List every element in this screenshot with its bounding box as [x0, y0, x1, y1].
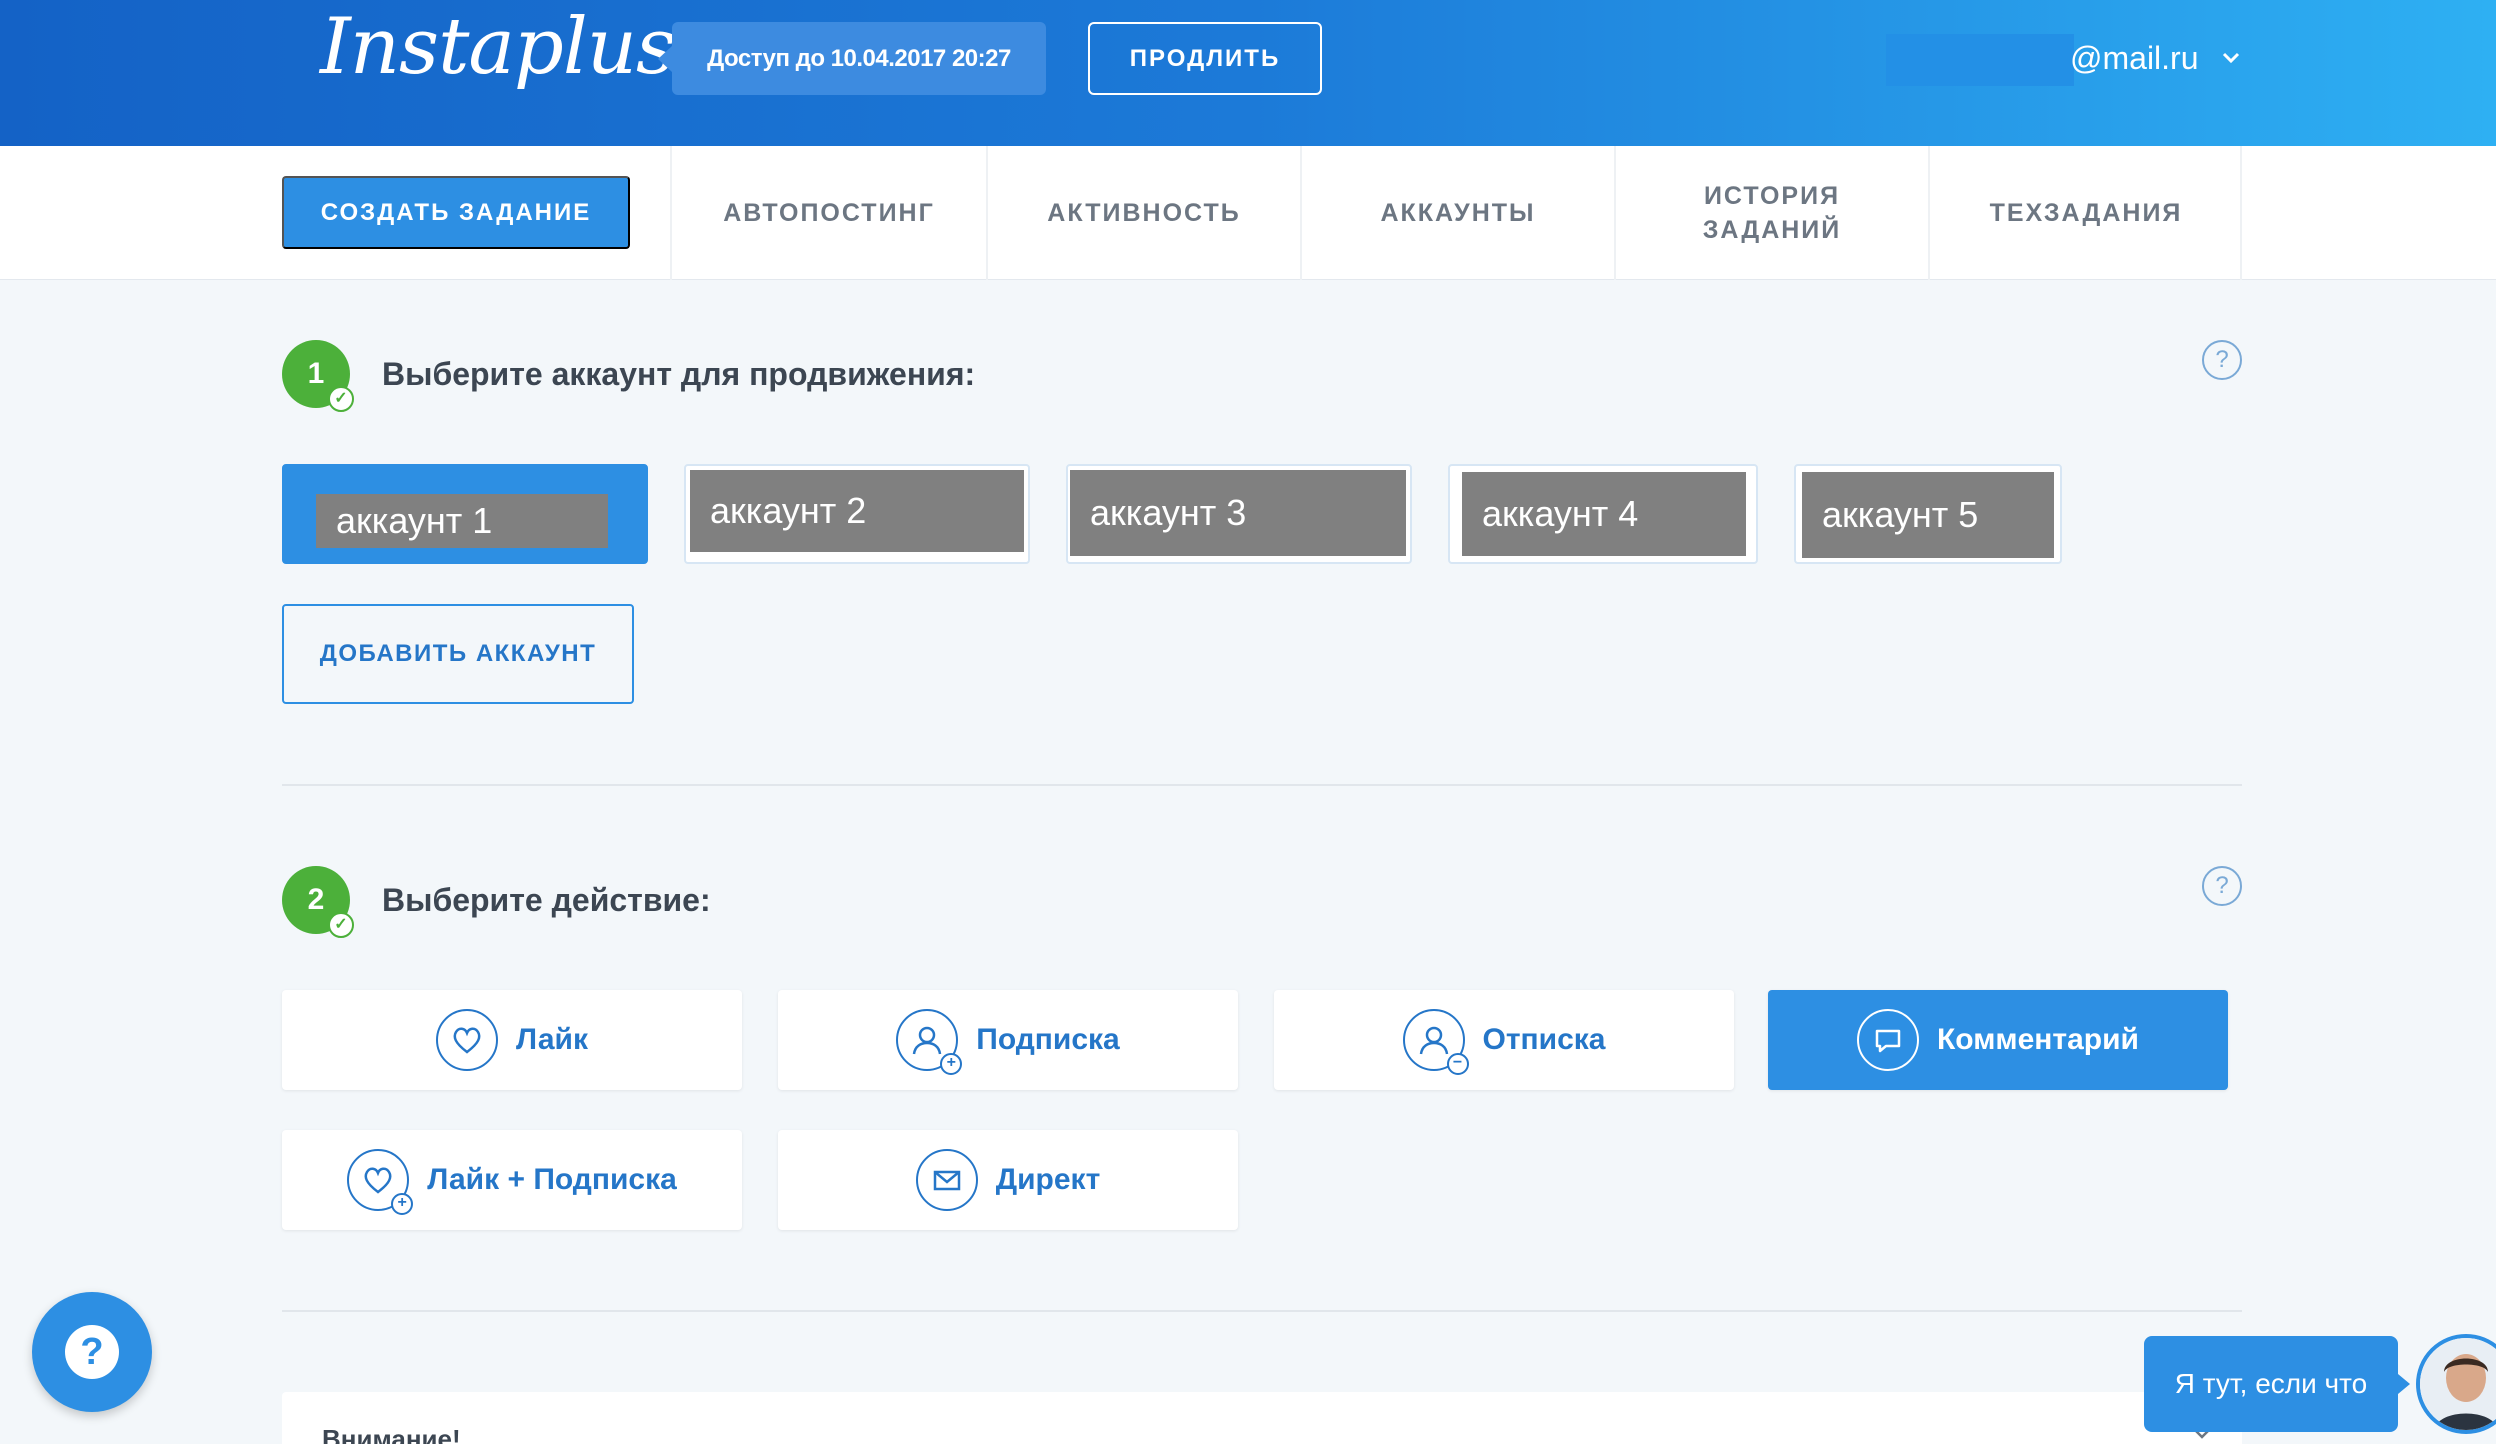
step-number: 2 — [307, 883, 325, 916]
account-card-3[interactable]: аккаунт 3 — [1066, 464, 1412, 564]
help-icon[interactable]: ? — [2202, 866, 2242, 906]
action-like[interactable]: Лайк — [282, 990, 742, 1090]
account-card-1[interactable]: аккаунт 1 — [282, 464, 648, 564]
action-comment[interactable]: Комментарий — [1768, 990, 2228, 1090]
nav-divider — [2240, 146, 2242, 280]
action-label: Лайк + Подписка — [427, 1163, 677, 1196]
check-icon: ✓ — [328, 912, 354, 938]
action-label: Отписка — [1482, 1023, 1606, 1056]
section-divider — [282, 1310, 2242, 1312]
action-unfollow[interactable]: − Отписка — [1274, 990, 1734, 1090]
chevron-down-icon[interactable] — [2222, 44, 2240, 70]
account-label: аккаунт 3 — [1070, 470, 1406, 556]
heart-icon — [436, 1009, 499, 1071]
avatar-photo-icon — [2420, 1338, 2496, 1430]
account-card-5[interactable]: аккаунт 5 — [1794, 464, 2062, 564]
user-email[interactable]: @mail.ru — [2070, 40, 2199, 77]
user-minus-icon: − — [1402, 1009, 1469, 1075]
tab-tech-tasks[interactable]: ТЕХЗАДАНИЯ — [1928, 146, 2242, 280]
app-logo[interactable]: Instaplus — [320, 2, 676, 92]
notice-panel[interactable]: Внимание! — [282, 1392, 2242, 1444]
account-label: аккаунт 1 — [316, 494, 608, 548]
step-2-title: Выберите действие: — [382, 882, 711, 918]
access-until-badge: Доступ до 10.04.2017 20:27 — [658, 22, 1046, 95]
account-label: аккаунт 5 — [1802, 472, 2054, 558]
question-icon: ? — [65, 1325, 119, 1379]
notice-title: Внимание! — [322, 1424, 461, 1444]
tab-task-history[interactable]: ИСТОРИЯ ЗАДАНИЙ — [1614, 146, 1928, 280]
heart-plus-icon: + — [347, 1149, 414, 1215]
action-label: Лайк — [516, 1023, 588, 1056]
account-label: аккаунт 2 — [690, 470, 1024, 552]
action-label: Подписка — [976, 1023, 1120, 1056]
renew-button[interactable]: ПРОДЛИТЬ — [1088, 22, 1322, 95]
chat-bubble[interactable]: Я тут, если что — [2144, 1336, 2410, 1432]
action-label: Директ — [995, 1163, 1101, 1196]
help-icon[interactable]: ? — [2202, 340, 2242, 380]
tab-autoposting[interactable]: АВТОПОСТИНГ — [670, 146, 986, 280]
top-header: Instaplus Доступ до 10.04.2017 20:27 ПРО… — [0, 0, 2496, 146]
step-1-title: Выберите аккаунт для продвижения: — [382, 356, 976, 392]
create-task-button[interactable]: СОЗДАТЬ ЗАДАНИЕ — [282, 176, 630, 249]
action-follow[interactable]: + Подписка — [778, 990, 1238, 1090]
step-1-badge: 1 ✓ — [282, 340, 354, 412]
comment-icon — [1856, 1009, 1919, 1071]
action-label: Комментарий — [1936, 1023, 2140, 1056]
account-card-2[interactable]: аккаунт 2 — [684, 464, 1030, 564]
support-avatar[interactable] — [2416, 1334, 2496, 1434]
action-direct[interactable]: Директ — [778, 1130, 1238, 1230]
envelope-icon — [915, 1149, 978, 1211]
account-card-4[interactable]: аккаунт 4 — [1448, 464, 1758, 564]
main-nav: СОЗДАТЬ ЗАДАНИЕ АВТОПОСТИНГ АКТИВНОСТЬ А… — [0, 146, 2496, 280]
section-divider — [282, 784, 2242, 786]
user-plus-icon: + — [896, 1009, 963, 1075]
add-account-button[interactable]: ДОБАВИТЬ АККАУНТ — [282, 604, 634, 704]
account-label: аккаунт 4 — [1462, 472, 1746, 556]
tab-activity[interactable]: АКТИВНОСТЬ — [986, 146, 1300, 280]
action-like-follow[interactable]: + Лайк + Подписка — [282, 1130, 742, 1230]
check-icon: ✓ — [328, 386, 354, 412]
redacted-email-mask — [1886, 34, 2074, 86]
tab-accounts[interactable]: АККАУНТЫ — [1300, 146, 1614, 280]
step-2-badge: 2 ✓ — [282, 866, 354, 938]
help-fab-button[interactable]: ? — [32, 1292, 152, 1412]
step-number: 1 — [307, 357, 325, 390]
